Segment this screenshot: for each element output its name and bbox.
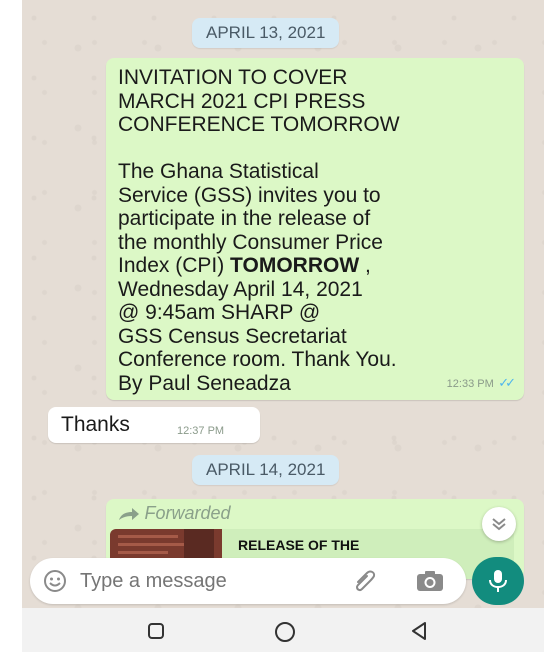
text-line: CONFERENCE TOMORROW (118, 113, 400, 136)
chat-area: APRIL 13, 2021 INVITATION TO COVER MARCH… (22, 0, 544, 608)
paperclip-icon[interactable] (352, 568, 380, 594)
text-line: the monthly Consumer Price (118, 230, 383, 254)
date-label: APRIL 14, 2021 (206, 460, 326, 479)
message-meta: 12:33 PM ✓✓ (446, 374, 516, 392)
text-line: The Ghana Statistical (118, 160, 319, 183)
date-separator: APRIL 13, 2021 (192, 18, 340, 48)
date-separator: APRIL 14, 2021 (192, 455, 340, 485)
message-time: 12:33 PM (446, 378, 494, 390)
text-line: Service (GSS) invites you to (118, 183, 381, 207)
text-line: Wednesday April 14, 2021 (118, 277, 363, 301)
forwarded-label: Forwarded (144, 503, 231, 523)
scroll-down-button[interactable] (482, 507, 516, 541)
message-text: Thanks (61, 413, 130, 436)
text-line: Index (CPI) TOMORROW , (118, 254, 371, 277)
text-line: GSS Census Secretariat (118, 324, 347, 348)
text-line: Conference room. Thank You. (118, 348, 397, 371)
message-input[interactable] (80, 566, 320, 596)
circle-icon[interactable] (274, 621, 296, 643)
triangle-back-icon[interactable] (410, 621, 428, 641)
text-line: participate in the release of (118, 207, 371, 230)
message-composer[interactable] (30, 558, 466, 604)
forward-arrow-icon (119, 507, 139, 520)
read-ticks-icon: ✓✓ (498, 375, 516, 390)
text-line: @ 9:45am SHARP @ (118, 301, 321, 324)
microphone-icon (489, 570, 507, 592)
smiley-icon[interactable] (43, 569, 67, 593)
bold-word: TOMORROW (230, 254, 360, 277)
voice-record-button[interactable] (472, 557, 524, 605)
text-line: INVITATION TO COVER (118, 66, 348, 89)
message-time: 12:37 PM (177, 425, 225, 437)
date-label: APRIL 13, 2021 (206, 23, 326, 42)
square-icon[interactable] (147, 622, 165, 640)
message-text: INVITATION TO COVER MARCH 2021 CPI PRESS… (118, 66, 518, 395)
forwarded-header: Forwarded (118, 503, 231, 524)
chevron-double-down-icon (492, 518, 506, 531)
document-title: RELEASE OF THE (238, 537, 360, 553)
message-outgoing[interactable]: INVITATION TO COVER MARCH 2021 CPI PRESS… (106, 58, 524, 400)
system-nav-bar (22, 608, 544, 652)
message-incoming[interactable]: Thanks 12:37 PM (48, 407, 260, 443)
text-line: MARCH 2021 CPI PRESS (118, 89, 366, 113)
camera-icon[interactable] (416, 570, 444, 592)
